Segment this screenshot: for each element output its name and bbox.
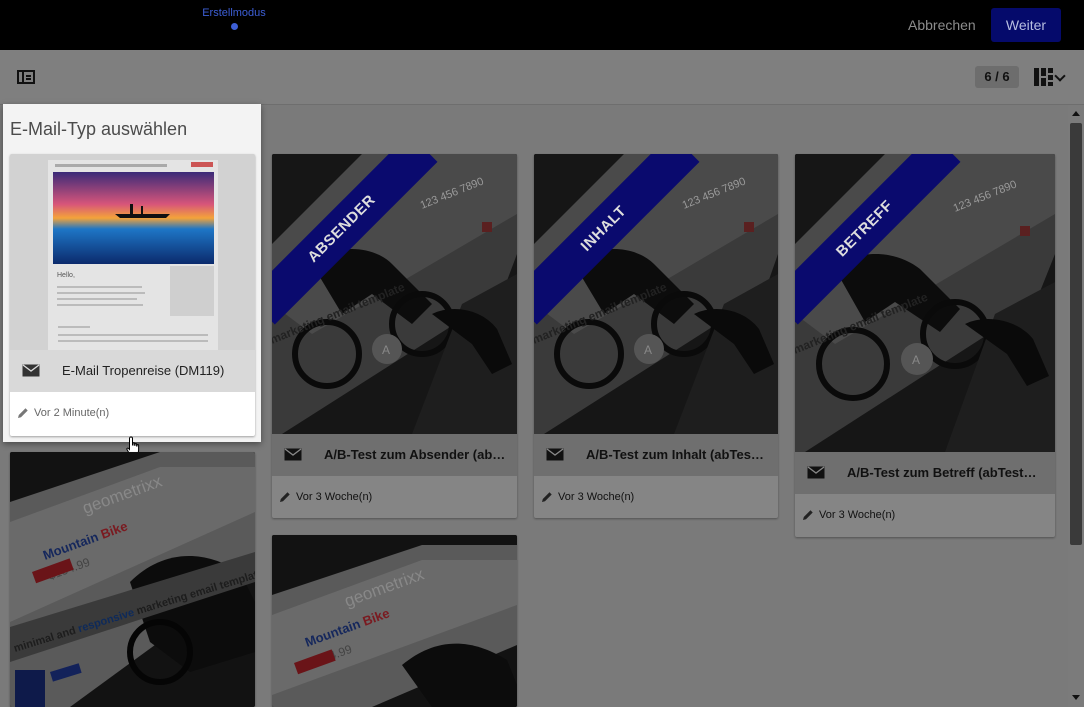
card-title-row: A/B-Test zum Absender (abTes... xyxy=(272,434,517,476)
mail-icon xyxy=(546,448,564,461)
pencil-icon xyxy=(542,492,552,502)
email-preview-image: Hello, xyxy=(10,154,255,350)
grid-view-icon xyxy=(1034,68,1053,86)
pencil-icon xyxy=(18,408,28,418)
preview-badge: A xyxy=(912,353,920,367)
template-card-ab-sender[interactable]: 123 456 7890 marketing email template A … xyxy=(272,154,517,518)
card-thumbnail: geometrixx Mountain Bike $134.99 minimal… xyxy=(10,452,255,707)
top-bar: Erstellmodus Abbrechen Weiter xyxy=(0,0,1084,50)
template-card-tropenreise[interactable]: Hello, E-Mail Tropenreise (DM119) Vor 2 … xyxy=(10,154,255,436)
template-card-ab-content[interactable]: 123 456 7890 marketing email template A … xyxy=(534,154,778,518)
card-thumbnail: Hello, xyxy=(10,154,255,350)
card-meta-row: Vor 3 Woche(n) xyxy=(534,476,778,518)
item-count-badge: 6 / 6 xyxy=(975,66,1019,88)
card-title: A/B-Test zum Betreff (abTestSubj... xyxy=(847,465,1045,480)
scroll-down-arrow[interactable] xyxy=(1072,695,1080,700)
dialog-title: E-Mail-Typ auswählen xyxy=(10,119,188,139)
view-switcher[interactable] xyxy=(1034,68,1070,86)
scroll-thumb[interactable] xyxy=(1070,123,1082,545)
card-title: E-Mail Tropenreise (DM119) xyxy=(62,363,225,378)
mail-icon xyxy=(284,448,302,461)
template-card-ab-subject[interactable]: 123 456 7890 marketing email template A … xyxy=(795,154,1055,537)
mail-icon xyxy=(22,364,40,377)
card-thumbnail: geometrixx Mountain Bike $134.99 xyxy=(272,535,517,707)
card-title: A/B-Test zum Inhalt (abTestCo... xyxy=(586,447,768,462)
card-modified-time: Vor 3 Woche(n) xyxy=(558,491,635,503)
cancel-button[interactable]: Abbrechen xyxy=(900,8,984,42)
chevron-down-icon xyxy=(1054,70,1066,82)
card-modified-time: Vor 3 Woche(n) xyxy=(819,509,896,521)
scrollbar[interactable] xyxy=(1068,105,1084,707)
mail-icon xyxy=(807,466,825,479)
preview-greeting: Hello, xyxy=(57,272,75,279)
card-title: A/B-Test zum Absender (abTes... xyxy=(324,447,507,462)
next-button[interactable]: Weiter xyxy=(991,8,1061,42)
step-indicator: Erstellmodus xyxy=(196,7,272,30)
template-card-geometrixx-2[interactable]: geometrixx Mountain Bike $134.99 xyxy=(272,535,517,707)
card-thumbnail: 123 456 7890 marketing email template A … xyxy=(272,154,517,434)
card-modified-time: Vor 2 Minute(n) xyxy=(34,407,110,419)
toolbar: 6 / 6 xyxy=(0,50,1084,105)
geometrixx-preview-image: geometrixx Mountain Bike $134.99 minimal… xyxy=(10,452,255,707)
card-title-row: E-Mail Tropenreise (DM119) xyxy=(10,350,255,392)
card-meta-row: Vor 3 Woche(n) xyxy=(795,494,1055,537)
card-modified-time: Vor 3 Woche(n) xyxy=(296,491,373,503)
preview-badge: A xyxy=(644,343,652,357)
card-title-row: A/B-Test zum Betreff (abTestSubj... xyxy=(795,452,1055,494)
card-title-row: A/B-Test zum Inhalt (abTestCo... xyxy=(534,434,778,476)
pencil-icon xyxy=(803,510,813,520)
geometrixx-preview-image: geometrixx Mountain Bike $134.99 xyxy=(272,535,517,707)
step-dot xyxy=(230,23,238,30)
card-meta-row: Vor 2 Minute(n) xyxy=(10,392,255,436)
panel-toggle-icon[interactable] xyxy=(17,70,35,84)
template-card-geometrixx-1[interactable]: geometrixx Mountain Bike $134.99 minimal… xyxy=(10,452,255,707)
card-thumbnail: 123 456 7890 marketing email template A … xyxy=(795,154,1055,452)
card-thumbnail: 123 456 7890 marketing email template A … xyxy=(534,154,778,434)
card-meta-row: Vor 3 Woche(n) xyxy=(272,476,517,518)
ab-test-preview-image: 123 456 7890 marketing email template A xyxy=(795,154,1055,452)
preview-badge: A xyxy=(382,343,390,357)
pencil-icon xyxy=(280,492,290,502)
email-type-panel: E-Mail-Typ auswählen Hello, E-Mail Trope… xyxy=(3,104,261,456)
step-label: Erstellmodus xyxy=(202,7,266,19)
scroll-up-arrow[interactable] xyxy=(1072,111,1080,116)
